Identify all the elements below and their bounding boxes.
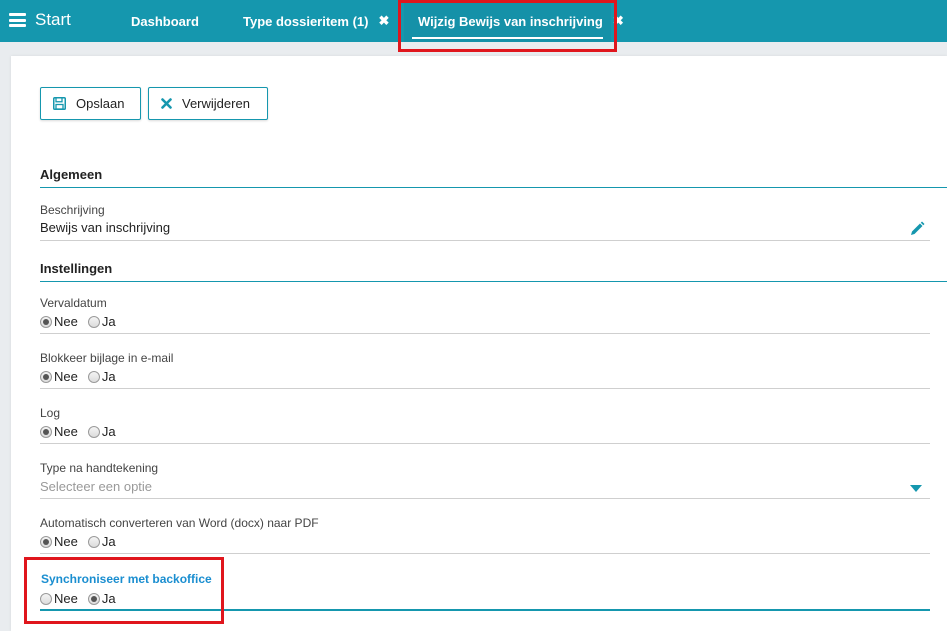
field-divider [40,498,930,499]
blokkeer-radio-ja[interactable]: Ja [87,369,116,384]
vervaldatum-radio-nee[interactable]: Nee [40,314,78,329]
radio-unchecked-icon [87,425,100,438]
log-label: Log [40,406,61,420]
x-icon [161,98,172,109]
field-divider [40,553,930,554]
radio-unchecked-icon [87,535,100,548]
vervaldatum-label: Vervaldatum [40,296,107,310]
top-nav-bar: Start Dashboard Type dossieritem (1) ✖ W… [0,0,947,42]
tab-wijzig-bewijs[interactable]: Wijzig Bewijs van inschrijving ✖ [404,0,624,42]
tab-label: Wijzig Bewijs van inschrijving [418,13,603,29]
section-divider [40,187,947,188]
save-button[interactable]: Opslaan [40,87,141,120]
converteren-radio-ja[interactable]: Ja [87,534,116,549]
pencil-icon[interactable] [909,221,925,242]
field-divider [40,388,930,389]
vervaldatum-radio-group: Nee Ja [40,314,126,329]
delete-button[interactable]: Verwijderen [148,87,268,120]
save-label: Opslaan [76,96,125,111]
log-radio-group: Nee Ja [40,424,126,439]
converteren-radio-group: Nee Ja [40,534,126,549]
synchroniseer-radio-group: Nee Ja [40,591,126,606]
radio-unchecked-icon [40,592,52,605]
log-radio-ja[interactable]: Ja [87,424,116,439]
type-handtekening-select[interactable]: Selecteer een optie [40,479,920,494]
converteren-radio-nee[interactable]: Nee [40,534,78,549]
radio-unchecked-icon [87,370,100,383]
active-tab-indicator [412,37,603,39]
synchroniseer-label: Synchroniseer met backoffice [41,572,212,586]
synchroniseer-radio-nee[interactable]: Nee [40,591,78,606]
blokkeer-radio-nee[interactable]: Nee [40,369,78,384]
field-divider-focused [40,609,930,611]
vervaldatum-radio-ja[interactable]: Ja [87,314,116,329]
type-handtekening-label: Type na handtekening [40,461,159,475]
beschrijving-value[interactable]: Bewijs van inschrijving [40,220,170,235]
section-divider [40,281,947,282]
radio-checked-icon [40,315,52,328]
log-radio-nee[interactable]: Nee [40,424,78,439]
radio-checked-icon [87,592,100,605]
tab-label: Type dossieritem (1) [243,13,369,29]
start-label: Start [35,10,71,29]
delete-label: Verwijderen [182,96,250,111]
floppy-disk-icon [53,97,66,110]
form-card: Opslaan Verwijderen Algemeen Beschrijvin… [11,56,947,631]
radio-checked-icon [40,535,52,548]
beschrijving-label: Beschrijving [40,203,105,217]
blokkeer-label: Blokkeer bijlage in e-mail [40,351,174,365]
radio-checked-icon [40,425,52,438]
field-divider [40,240,930,241]
close-icon[interactable]: ✖ [378,13,389,29]
blokkeer-radio-group: Nee Ja [40,369,126,384]
close-icon[interactable]: ✖ [613,13,624,29]
field-divider [40,333,930,334]
tab-type-dossieritem[interactable]: Type dossieritem (1) ✖ [243,0,389,42]
synchroniseer-radio-ja[interactable]: Ja [87,591,116,606]
radio-checked-icon [40,370,52,383]
hamburger-icon [9,13,26,27]
main-menu-button[interactable]: Start [9,10,71,30]
radio-unchecked-icon [87,315,100,328]
tab-dashboard[interactable]: Dashboard [131,0,199,42]
tab-label: Dashboard [131,13,199,29]
converteren-label: Automatisch converteren van Word (docx) … [40,516,319,530]
field-divider [40,443,930,444]
section-title-general: Algemeen [40,167,103,182]
caret-down-icon[interactable] [910,485,922,492]
section-title-settings: Instellingen [40,261,113,276]
